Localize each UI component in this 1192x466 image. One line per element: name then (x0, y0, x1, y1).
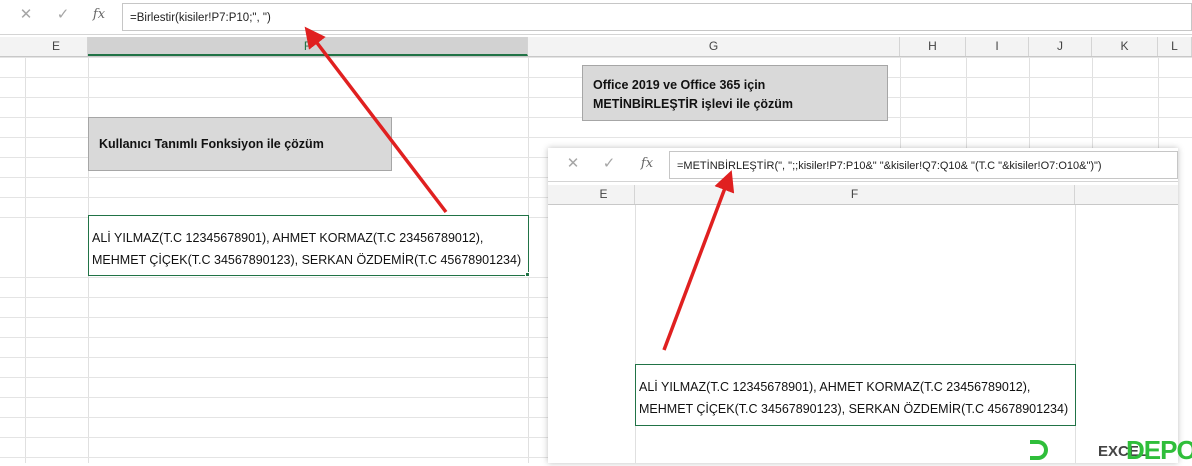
watermark-logo-mark (1030, 440, 1048, 460)
arrow-to-inset-formula (662, 170, 735, 351)
watermark-logo: EXCEL DEPO (1030, 435, 1192, 465)
watermark-logo-text: DEPO (1126, 435, 1192, 465)
annotation-arrows (304, 26, 735, 351)
arrow-to-main-formula (304, 26, 448, 214)
